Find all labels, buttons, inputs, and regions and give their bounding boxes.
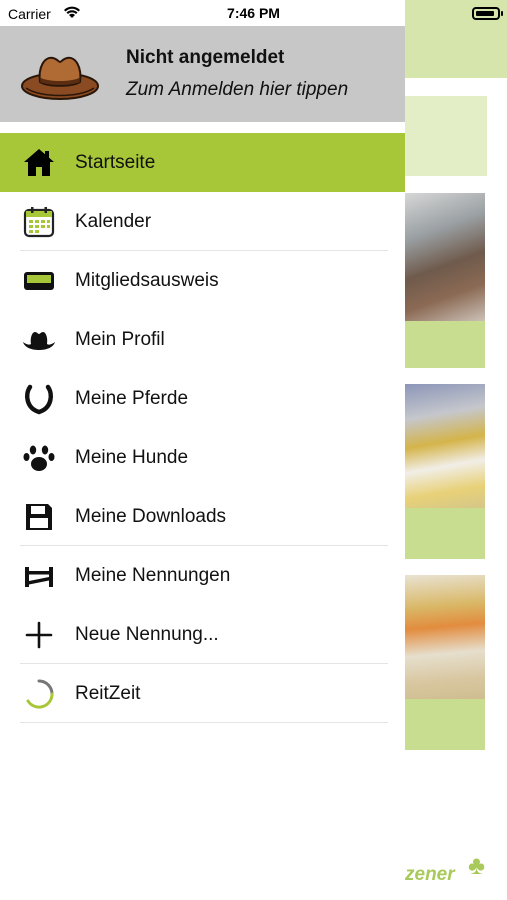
background-card[interactable]: [405, 96, 487, 176]
side-drawer: Carrier Nicht angemeldet Zum Anmelden hi…: [0, 0, 405, 900]
cowboy-hat-icon: [22, 323, 56, 357]
membership-card-icon: [22, 264, 56, 298]
horseshoe-icon: [22, 382, 56, 416]
status-time: 7:46 PM: [227, 5, 280, 21]
background-logo-text: zener: [405, 864, 455, 885]
menu-item-reitzeit[interactable]: ReitZeit: [0, 664, 405, 723]
menu-item-label: ReitZeit: [75, 682, 141, 704]
floppy-disk-icon: [22, 500, 56, 534]
divider: [20, 722, 388, 723]
clover-icon: ♣: [468, 850, 486, 880]
background-tile[interactable]: [405, 193, 485, 368]
menu-item-neue-nennung[interactable]: Neue Nennung...: [0, 605, 405, 664]
menu-item-meine-hunde[interactable]: Meine Hunde: [0, 428, 405, 487]
menu-item-label: Neue Nennung...: [75, 623, 219, 645]
spinner-icon: [22, 677, 56, 711]
drawer-menu: Startseite Kalender Mitgliedsausweis Mei…: [0, 133, 405, 723]
tile-photo: [405, 193, 485, 323]
menu-item-label: Meine Hunde: [75, 446, 189, 468]
tile-photo: [405, 575, 485, 705]
account-header[interactable]: Nicht angemeldet Zum Anmelden hier tippe…: [0, 26, 405, 122]
menu-item-meine-pferde[interactable]: Meine Pferde: [0, 369, 405, 428]
menu-item-label: Mitgliedsausweis: [75, 269, 219, 291]
account-subtitle: Zum Anmelden hier tippen: [126, 79, 349, 100]
menu-item-label: Kalender: [75, 210, 152, 232]
tile-photo: [405, 384, 485, 514]
menu-item-meine-downloads[interactable]: Meine Downloads: [0, 487, 405, 546]
menu-item-label: Startseite: [75, 151, 156, 173]
menu-item-label: Meine Nennungen: [75, 564, 231, 586]
account-title: Nicht angemeldet: [126, 47, 285, 68]
background-tile[interactable]: [405, 575, 485, 750]
menu-item-meine-nennungen[interactable]: Meine Nennungen: [0, 546, 405, 605]
menu-item-kalender[interactable]: Kalender: [0, 192, 405, 251]
paw-icon: [22, 441, 56, 475]
home-icon: [22, 146, 56, 180]
menu-item-label: Meine Downloads: [75, 505, 227, 527]
menu-item-label: Mein Profil: [75, 328, 165, 350]
cowboy-hat-icon: [21, 56, 99, 100]
plus-icon: [22, 618, 56, 652]
menu-item-label: Meine Pferde: [75, 387, 189, 409]
menu-item-mitgliedsausweis[interactable]: Mitgliedsausweis: [0, 251, 405, 310]
fence-icon: [22, 559, 56, 593]
background-tile[interactable]: [405, 384, 485, 559]
menu-item-mein-profil[interactable]: Mein Profil: [0, 310, 405, 369]
menu-item-startseite[interactable]: Startseite: [0, 133, 405, 192]
calendar-icon: [22, 205, 56, 239]
